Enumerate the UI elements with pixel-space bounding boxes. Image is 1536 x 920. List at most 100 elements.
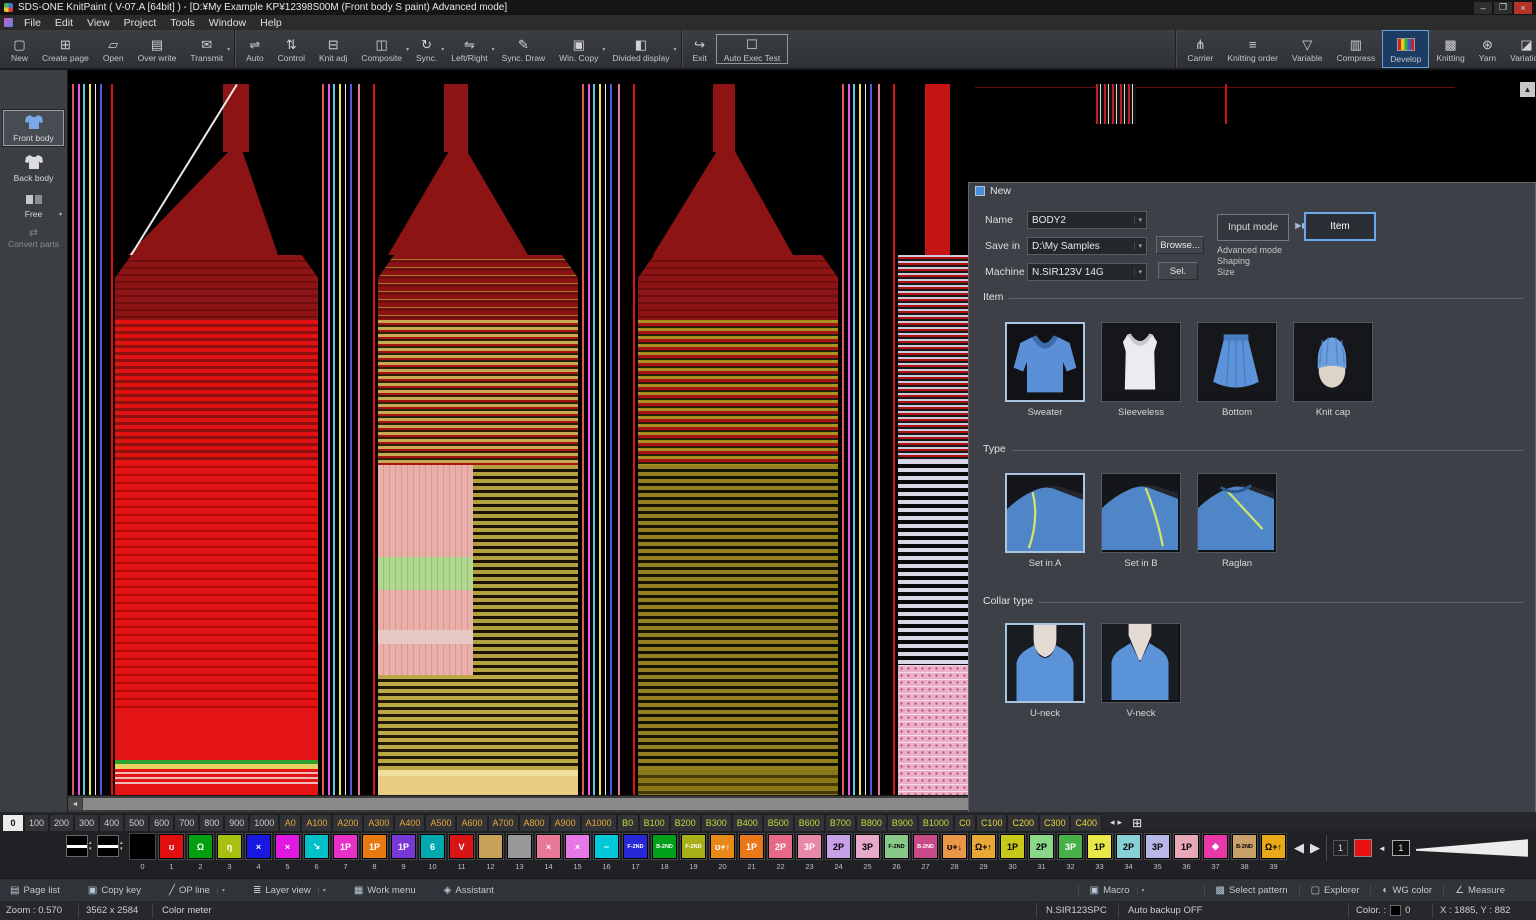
toolbar-composite-button[interactable]: ◫Composite▾	[354, 30, 409, 68]
bottombar-wg-color-button[interactable]: ◐WG color	[1370, 885, 1443, 896]
menu-file[interactable]: File	[17, 17, 48, 29]
color-swatch-17[interactable]: F-2ND17	[621, 834, 650, 871]
toolbar-transmit-button[interactable]: ✉Transmit▾	[183, 30, 230, 68]
scroll-left-icon[interactable]: ◄	[68, 798, 82, 810]
color-swatch-12[interactable]: 12	[476, 834, 505, 871]
color-swatch-15[interactable]: ×15	[563, 834, 592, 871]
color-swatch-31[interactable]: 2P31	[1027, 834, 1056, 871]
palette-tab-a200[interactable]: A200	[332, 814, 363, 831]
color-swatch-14[interactable]: ×14	[534, 834, 563, 871]
bottombar-work-menu-button[interactable]: ▦Work menu	[354, 885, 416, 896]
stepper-arrows[interactable]: ▴▾	[88, 835, 92, 857]
minimize-button[interactable]: –	[1474, 2, 1492, 14]
palette-tab-c100[interactable]: C100	[976, 814, 1008, 831]
toolbar-carrier-button[interactable]: ⋔Carrier	[1180, 30, 1220, 68]
sidebar-item-front-body[interactable]: Front body	[3, 110, 64, 146]
sidebar-item-back-body[interactable]: Back body	[3, 151, 64, 185]
color-swatch-38[interactable]: B-2ND38	[1230, 834, 1259, 871]
palette-tab-b900[interactable]: B900	[887, 814, 918, 831]
color-swatch-21[interactable]: 1P21	[737, 834, 766, 871]
card-knit-cap[interactable]	[1293, 322, 1373, 402]
chevron-down-icon[interactable]: ▾	[1134, 242, 1142, 250]
toolbar-auto-exec-test-button[interactable]: ☐Auto Exec Test	[716, 34, 789, 64]
color-swatch-30[interactable]: 1P30	[998, 834, 1027, 871]
palette-tab-a400[interactable]: A400	[394, 814, 425, 831]
palette-tab-a900[interactable]: A900	[550, 814, 581, 831]
palette-tab-700[interactable]: 700	[174, 814, 199, 831]
toolbar-exit-button[interactable]: ↪Exit	[686, 30, 714, 68]
color-swatch-39[interactable]: Ω+↑39	[1259, 834, 1288, 871]
chevron-down-icon[interactable]: ▾	[1134, 216, 1142, 224]
dropdown-caret-icon[interactable]: ▾	[227, 46, 230, 53]
palette-tab-900[interactable]: 900	[224, 814, 249, 831]
toolbar-sync-button[interactable]: ↻Sync.▾	[409, 30, 444, 68]
palette-tab-c300[interactable]: C300	[1039, 814, 1071, 831]
color-swatch-11[interactable]: V11	[447, 834, 476, 871]
menu-window[interactable]: Window	[202, 17, 253, 29]
menu-project[interactable]: Project	[117, 17, 164, 29]
palette-tab-500[interactable]: 500	[124, 814, 149, 831]
toolbar-open-button[interactable]: ▱Open	[96, 30, 131, 68]
dropdown-caret-icon[interactable]: ▾	[318, 887, 326, 894]
toolbar-left-right-button[interactable]: ⇋Left/Right▾	[444, 30, 494, 68]
bottombar-copy-key-button[interactable]: ▣Copy key	[88, 885, 141, 896]
color-swatch-0[interactable]: 0	[128, 834, 157, 871]
palette-tab-a700[interactable]: A700	[488, 814, 519, 831]
palette-tab-b100[interactable]: B100	[639, 814, 670, 831]
palette-tab-a1000[interactable]: A1000	[581, 814, 617, 831]
palette-tab-b700[interactable]: B700	[825, 814, 856, 831]
color-swatch-7[interactable]: 1P7	[331, 834, 360, 871]
color-swatch-10[interactable]: 610	[418, 834, 447, 871]
palette-tab-100[interactable]: 100	[24, 814, 49, 831]
color-swatch-9[interactable]: 1P9	[389, 834, 418, 871]
color-swatch-36[interactable]: 1P36	[1172, 834, 1201, 871]
bottombar-select-pattern-button[interactable]: ▩Select pattern	[1204, 885, 1299, 896]
palette-tab-b400[interactable]: B400	[732, 814, 763, 831]
toolbar-new-button[interactable]: ▢New	[4, 30, 35, 68]
name-combobox[interactable]: BODY2 ▾	[1027, 211, 1147, 229]
palette-tab-800[interactable]: 800	[199, 814, 224, 831]
color-swatch-37[interactable]: ◆37	[1201, 834, 1230, 871]
palette-tab-300[interactable]: 300	[74, 814, 99, 831]
toolbar-knitting-order-button[interactable]: ≡Knitting order	[1220, 30, 1285, 68]
card-bottom[interactable]	[1197, 322, 1277, 402]
stepper-arrows[interactable]: ▴▾	[119, 835, 123, 857]
color-swatch-33[interactable]: 1P33	[1085, 834, 1114, 871]
palette-tab-400[interactable]: 400	[99, 814, 124, 831]
color-swatch-5[interactable]: ×5	[273, 834, 302, 871]
chevron-down-icon[interactable]: ▾	[1134, 268, 1142, 276]
color-swatch-23[interactable]: 3P23	[795, 834, 824, 871]
toolbar-create-page-button[interactable]: ⊞Create page	[35, 30, 96, 68]
color-swatch-1[interactable]: ʊ1	[157, 834, 186, 871]
color-swatch-28[interactable]: ʊ+↓28	[940, 834, 969, 871]
color-swatch-34[interactable]: 2P34	[1114, 834, 1143, 871]
draw-color-selector-right[interactable]: ▴▾	[97, 834, 128, 857]
color-swatch-13[interactable]: 13	[505, 834, 534, 871]
maximize-button[interactable]: ❐	[1494, 2, 1512, 14]
palette-prev-icon[interactable]: ◀	[1294, 840, 1304, 856]
pen-size-decrease-icon[interactable]: ◄	[1378, 844, 1386, 853]
palette-tab-600[interactable]: 600	[149, 814, 174, 831]
pen-size-value[interactable]: 1	[1392, 840, 1410, 856]
bottombar-op-line-button[interactable]: ╱OP line▾	[169, 885, 225, 896]
bottombar-macro-button[interactable]: ▣Macro▾	[1078, 885, 1156, 896]
input-mode-button[interactable]: Input mode	[1217, 214, 1289, 241]
savein-combobox[interactable]: D:\My Samples ▾	[1027, 237, 1147, 255]
sel-button[interactable]: Sel.	[1158, 262, 1198, 280]
bottombar-measure-button[interactable]: ∠Measure	[1443, 885, 1516, 896]
menu-tools[interactable]: Tools	[163, 17, 202, 29]
color-swatch-19[interactable]: F-2ND19	[679, 834, 708, 871]
palette-tab-b800[interactable]: B800	[856, 814, 887, 831]
toolbar-over-write-button[interactable]: ▤Over write	[131, 30, 184, 68]
color-swatch-4[interactable]: ×4	[244, 834, 273, 871]
dropdown-caret-icon[interactable]: ▾	[674, 46, 677, 53]
color-swatch-35[interactable]: 3P35	[1143, 834, 1172, 871]
toolbar-variation-button[interactable]: ◪Variation	[1503, 30, 1536, 68]
palette-tab-b600[interactable]: B600	[794, 814, 825, 831]
item-mode-button[interactable]: Item	[1304, 212, 1376, 241]
palette-tab-c400[interactable]: C400	[1070, 814, 1102, 831]
palette-tab-c0[interactable]: C0	[954, 814, 976, 831]
palette-tab-0[interactable]: 0	[2, 814, 24, 831]
menu-help[interactable]: Help	[253, 17, 289, 29]
close-button[interactable]: ×	[1514, 2, 1532, 14]
